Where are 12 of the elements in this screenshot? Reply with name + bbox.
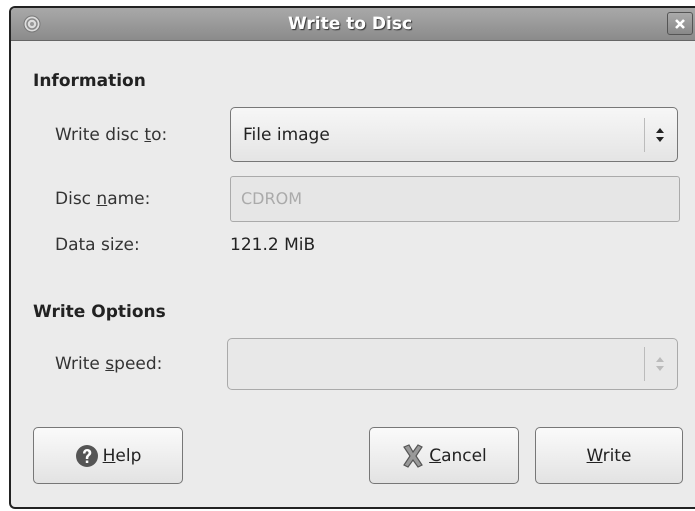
field-label: Write disc to: <box>54 124 168 144</box>
section-heading: Write Options <box>33 301 167 324</box>
field-label: Write speed: <box>54 354 164 374</box>
field-label: Disc name: <box>54 189 152 209</box>
data-size-value: 121.2 MiB <box>230 235 316 255</box>
dialog-button[interactable]: Cancel <box>369 427 519 484</box>
section-heading: Information <box>33 70 147 93</box>
window-title: Write to Disc <box>286 14 414 34</box>
field-label: Data size: <box>54 235 141 255</box>
dropdown[interactable]: File image <box>230 107 678 162</box>
dialog-button[interactable]: Write <box>535 427 683 484</box>
dialog-button[interactable]: Help <box>33 427 183 484</box>
